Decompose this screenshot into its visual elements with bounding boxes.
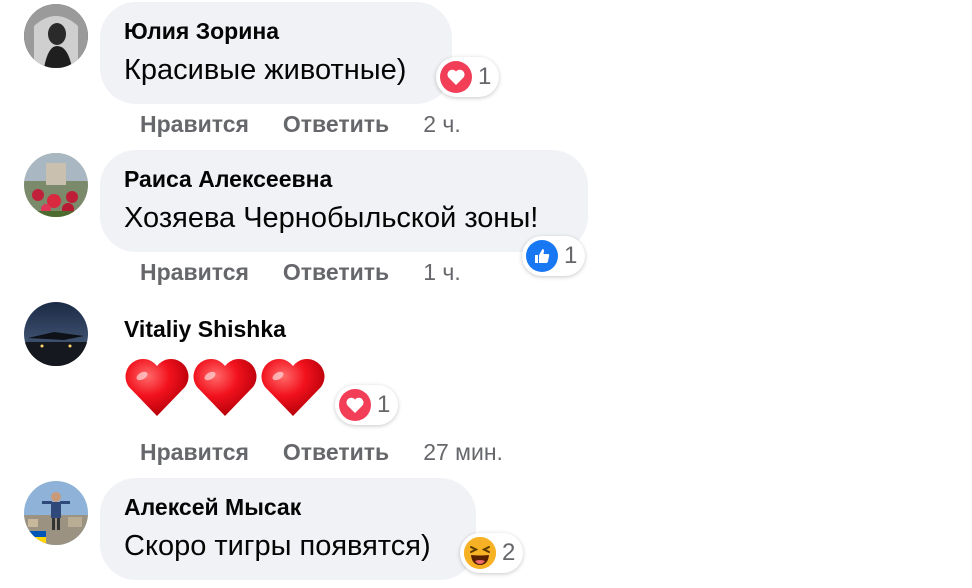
avatar-photo: [24, 4, 88, 68]
reply-button[interactable]: Ответить: [283, 439, 389, 466]
comment-timestamp[interactable]: 27 мин.: [423, 439, 503, 466]
comment-bubble: Юлия Зорина Красивые животные): [100, 2, 452, 104]
heart-reaction-icon: [440, 61, 472, 93]
three-red-hearts-emoji: [125, 359, 325, 416]
avatar-photo: [24, 153, 88, 217]
like-button[interactable]: Нравится: [140, 259, 249, 286]
comment-timestamp[interactable]: 2 ч.: [423, 111, 461, 138]
like-reaction-icon: [526, 240, 558, 272]
reaction-summary[interactable]: 1: [335, 385, 399, 425]
reaction-count: 1: [377, 391, 391, 418]
reply-button[interactable]: Ответить: [283, 259, 389, 286]
reaction-summary[interactable]: 1: [436, 57, 500, 97]
reaction-count: 2: [502, 539, 516, 566]
reaction-summary[interactable]: 1: [522, 236, 586, 276]
comment-bubble: Алексей Мысак Скоро тигры появятся): [100, 478, 476, 580]
comment-author[interactable]: Vitaliy Shishka: [124, 314, 286, 344]
comment-author[interactable]: Раиса Алексеевна: [124, 164, 564, 194]
comment-actions: Нравится Ответить 27 мин.: [140, 439, 503, 466]
comment-bubble: Раиса Алексеевна Хозяева Чернобыльской з…: [100, 150, 588, 252]
reply-button[interactable]: Ответить: [283, 111, 389, 138]
avatar-photo: [24, 481, 88, 545]
avatar[interactable]: [24, 4, 88, 68]
reaction-summary[interactable]: 2: [460, 533, 524, 573]
avatar[interactable]: [24, 302, 88, 366]
reaction-count: 1: [478, 63, 492, 90]
haha-reaction-icon: [464, 537, 496, 569]
like-button[interactable]: Нравится: [140, 439, 249, 466]
like-button[interactable]: Нравится: [140, 111, 249, 138]
comment-author[interactable]: Алексей Мысак: [124, 492, 452, 522]
comment-text-emoji: [124, 354, 330, 418]
comment-author[interactable]: Юлия Зорина: [124, 16, 428, 46]
heart-reaction-icon: [339, 389, 371, 421]
avatar[interactable]: [24, 481, 88, 545]
comment-text: Хозяева Чернобыльской зоны!: [124, 202, 539, 234]
comment-actions: Нравится Ответить 2 ч.: [140, 111, 461, 138]
comment-text: Красивые животные): [124, 54, 407, 86]
comment-text: Скоро тигры появятся): [124, 530, 431, 562]
avatar[interactable]: [24, 153, 88, 217]
comment-timestamp[interactable]: 1 ч.: [423, 259, 461, 286]
comment-actions: Нравится Ответить 1 ч.: [140, 259, 461, 286]
avatar-photo: [24, 302, 88, 366]
reaction-count: 1: [564, 242, 578, 269]
